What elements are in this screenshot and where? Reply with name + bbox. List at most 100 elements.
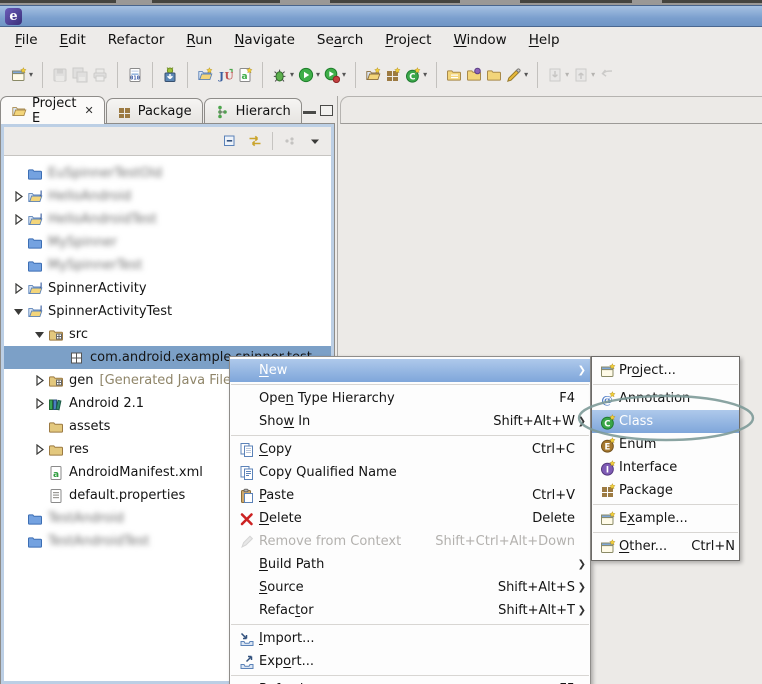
new-package-icon	[385, 67, 401, 83]
menu-item-show-in[interactable]: Show InShift+Alt+W❯	[230, 410, 590, 433]
expand-arrow-icon[interactable]	[10, 214, 26, 225]
last-edit-icon	[547, 67, 563, 83]
open-type-button[interactable]	[444, 64, 464, 86]
binary-file-button[interactable]: 010	[125, 64, 145, 86]
menubar-item-refactor[interactable]: Refactor	[97, 29, 176, 51]
package-icon	[600, 483, 616, 499]
run-button[interactable]: ▾	[296, 64, 322, 86]
menu-item-project[interactable]: Project...	[592, 359, 739, 382]
collapse-arrow-icon[interactable]	[10, 306, 26, 317]
tree-item-helloandroid[interactable]: JHelloAndroid	[4, 185, 331, 208]
expand-arrow-icon[interactable]	[31, 444, 47, 455]
run-external-button[interactable]: ▾	[322, 64, 348, 86]
link-editor-button[interactable]	[247, 133, 263, 149]
open-resource-button[interactable]	[464, 64, 484, 86]
dropdown-arrow-icon[interactable]: ▾	[524, 70, 528, 79]
menu-item-copy[interactable]: CopyCtrl+C	[230, 438, 590, 461]
tree-item-euspinnertestold[interactable]: EuSpinnerTestOld	[4, 162, 331, 185]
new-wizard-button[interactable]: ▾	[9, 64, 35, 86]
close-tab-icon[interactable]: ✕	[84, 104, 93, 117]
new-android-project-button[interactable]: a	[235, 64, 255, 86]
folder-blue-icon	[26, 511, 44, 527]
dropdown-arrow-icon[interactable]: ▾	[423, 70, 427, 79]
menu-item-refresh[interactable]: RefreshF5	[230, 678, 590, 684]
dropdown-arrow-icon[interactable]: ▾	[342, 70, 346, 79]
collapse-arrow-icon[interactable]	[31, 329, 47, 340]
menu-item-copy-qualified-name[interactable]: Copy Qualified Name	[230, 461, 590, 484]
tab-hierarch[interactable]: Hierarch	[204, 98, 302, 124]
new-source-folder-button[interactable]	[363, 64, 383, 86]
menu-item-source[interactable]: SourceShift+Alt+S❯	[230, 576, 590, 599]
expand-arrow-icon[interactable]	[10, 283, 26, 294]
menu-item-enum[interactable]: EEnum	[592, 433, 739, 456]
menubar-item-project[interactable]: Project	[374, 29, 442, 51]
menubar-item-navigate[interactable]: Navigate	[223, 29, 306, 51]
menu-item-annotation[interactable]: @Annotation	[592, 387, 739, 410]
menubar-item-search[interactable]: Search	[306, 29, 374, 51]
open-folder-button[interactable]	[484, 64, 504, 86]
new-class-button[interactable]: C▾	[403, 64, 429, 86]
tree-item-spinneractivity[interactable]: JSpinnerActivity	[4, 277, 331, 300]
mnemonic: t	[295, 603, 300, 618]
java-project-icon: J	[27, 304, 43, 320]
delete-icon	[235, 511, 259, 527]
menu-item-class[interactable]: CClass	[592, 410, 739, 433]
menubar-item-edit[interactable]: Edit	[49, 29, 97, 51]
android-sdk-button[interactable]	[160, 64, 180, 86]
svg-text:C: C	[409, 72, 415, 82]
minimize-panel-icon[interactable]	[303, 111, 316, 115]
menu-item-build-path[interactable]: Build Path❯	[230, 553, 590, 576]
menu-item-refactor[interactable]: RefactorShift+Alt+T❯	[230, 599, 590, 622]
menu-item-open-type-hierarchy[interactable]: Open Type HierarchyF4	[230, 387, 590, 410]
tree-item-myspinnertest[interactable]: MySpinnerTest	[4, 254, 331, 277]
expand-arrow-icon[interactable]	[31, 375, 47, 386]
submenu-arrow-icon: ❯	[575, 365, 586, 376]
menu-item-paste[interactable]: PasteCtrl+V	[230, 484, 590, 507]
menu-item-export[interactable]: Export...	[230, 650, 590, 673]
folder-tan-icon	[48, 419, 64, 435]
collapse-all-button[interactable]	[222, 133, 238, 149]
dropdown-arrow-icon[interactable]: ▾	[290, 70, 294, 79]
tree-item-src[interactable]: src	[4, 323, 331, 346]
menubar-item-window[interactable]: Window	[442, 29, 517, 51]
junit-button[interactable]: JU	[215, 64, 235, 86]
new-package-button[interactable]	[383, 64, 403, 86]
expand-arrow-icon[interactable]	[10, 191, 26, 202]
folder-blue-icon	[27, 534, 43, 550]
tree-item-myspinner[interactable]: MySpinner	[4, 231, 331, 254]
search-marker-button[interactable]: ▾	[504, 64, 530, 86]
folder-blue-icon	[27, 235, 43, 251]
debug-button[interactable]: ▾	[270, 64, 296, 86]
folder-blue-icon	[27, 166, 43, 182]
dropdown-arrow-icon[interactable]: ▾	[29, 70, 33, 79]
package-tree-icon	[68, 350, 86, 366]
menu-item-new[interactable]: New❯	[230, 359, 590, 382]
new-java-project-button[interactable]	[195, 64, 215, 86]
tree-item-helloandroidtest[interactable]: JHelloAndroidTest	[4, 208, 331, 231]
menubar-item-help[interactable]: Help	[518, 29, 571, 51]
xml-file-icon: a	[47, 465, 65, 481]
tab-package[interactable]: Package	[106, 98, 203, 124]
dropdown-arrow-button[interactable]	[307, 133, 323, 149]
tree-item-spinneractivitytest[interactable]: JSpinnerActivityTest	[4, 300, 331, 323]
menu-item-label: Import...	[259, 631, 315, 646]
menu-item-other[interactable]: Other...Ctrl+N	[592, 535, 739, 558]
maximize-panel-icon[interactable]	[320, 105, 333, 116]
menu-item-example[interactable]: Example...	[592, 507, 739, 530]
dropdown-arrow-icon[interactable]: ▾	[316, 70, 320, 79]
tab-project-e[interactable]: Project E✕	[0, 96, 105, 124]
menubar-item-run[interactable]: Run	[175, 29, 223, 51]
menubar-item-file[interactable]: File	[4, 29, 49, 51]
title-bar[interactable]: e	[0, 5, 762, 27]
menu-item-interface[interactable]: IInterface	[592, 456, 739, 479]
menu-item-import[interactable]: Import...	[230, 627, 590, 650]
annotation-icon: @	[600, 391, 616, 407]
save-all-icon	[72, 67, 88, 83]
expand-arrow-icon[interactable]	[31, 398, 47, 409]
debug-icon	[272, 67, 288, 83]
save-icon	[52, 67, 68, 83]
svg-text:010: 010	[130, 75, 140, 81]
menu-item-delete[interactable]: DeleteDelete	[230, 507, 590, 530]
mnemonic: I	[259, 631, 263, 646]
menu-item-package[interactable]: Package	[592, 479, 739, 502]
